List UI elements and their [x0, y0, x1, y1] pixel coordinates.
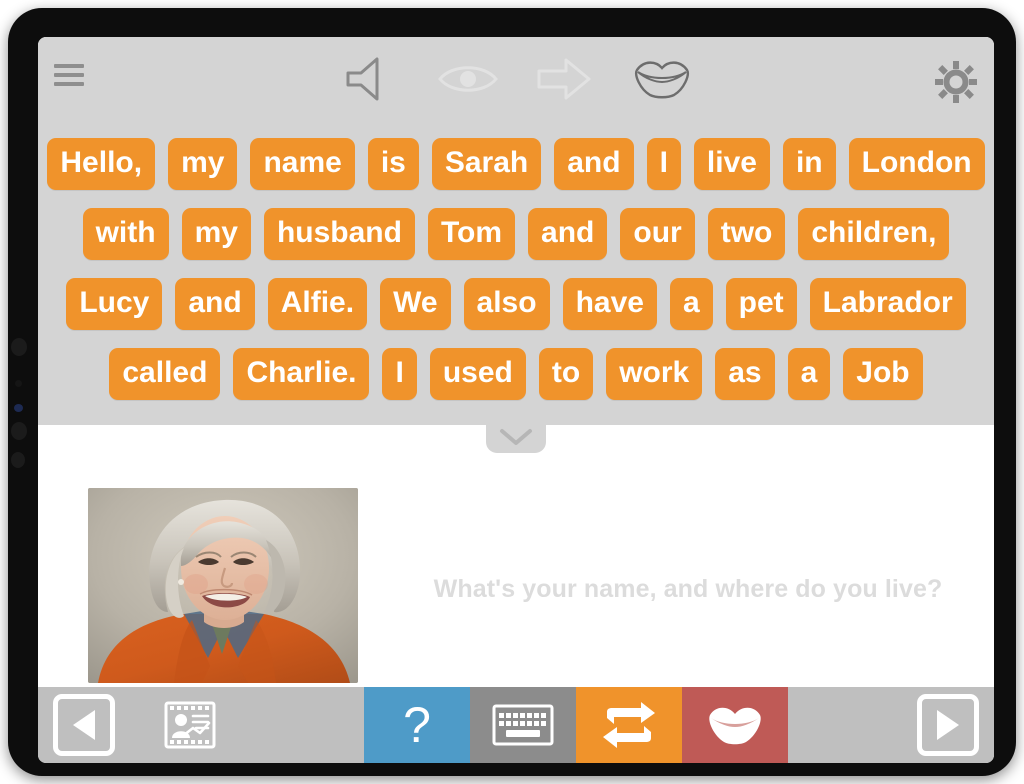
keyboard-icon — [492, 704, 554, 746]
chip-row: with my husband Tom and our two children… — [38, 199, 994, 269]
word-chip[interactable]: is — [367, 138, 419, 190]
word-chip[interactable]: live — [693, 138, 770, 190]
word-chip[interactable]: Hello, — [47, 138, 156, 190]
content-area: What's your name, and where do you live? — [38, 425, 994, 687]
triangle-right-icon — [937, 710, 959, 740]
hamburger-bar-2 — [54, 73, 84, 77]
prompt-question: What's your name, and where do you live? — [433, 575, 943, 603]
chip-row-clipped: called Charlie. I used to work as a Job — [38, 339, 994, 409]
word-chip[interactable]: and — [175, 278, 255, 330]
nav-forward-button[interactable] — [902, 687, 994, 763]
gear-icon[interactable] — [933, 59, 979, 105]
tablet-frame: Hello, my name is Sarah and I live in Lo… — [8, 8, 1016, 776]
word-chip[interactable]: work — [606, 348, 703, 400]
triangle-left-icon — [73, 710, 95, 740]
word-chip[interactable]: a — [787, 348, 831, 400]
help-glyph: ? — [403, 697, 431, 753]
speak-button[interactable] — [682, 687, 788, 763]
chip-row: Hello, my name is Sarah and I live in Lo… — [38, 129, 994, 199]
word-chip[interactable]: Charlie. — [233, 348, 370, 400]
word-chip[interactable]: also — [463, 278, 550, 330]
word-chip[interactable]: have — [562, 278, 657, 330]
toolbar-spacer-right — [788, 687, 902, 763]
keyboard-button[interactable] — [470, 687, 576, 763]
hamburger-bar-3 — [54, 82, 84, 86]
word-chip[interactable]: Sarah — [431, 138, 542, 190]
word-chip[interactable]: in — [782, 138, 836, 190]
word-chip[interactable]: Tom — [427, 208, 516, 260]
word-chip[interactable]: We — [380, 278, 451, 330]
toolbar-spacer-left — [250, 687, 364, 763]
bezel-pinhole — [15, 380, 22, 387]
word-chip[interactable]: I — [382, 348, 417, 400]
arrow-right-icon[interactable] — [532, 53, 596, 105]
top-toolbar — [38, 37, 994, 119]
hamburger-menu-icon[interactable] — [54, 64, 84, 86]
word-chip[interactable]: called — [109, 348, 221, 400]
word-chip[interactable]: pet — [725, 278, 797, 330]
chevron-down-icon — [500, 429, 532, 445]
bezel-button-middle — [11, 422, 27, 440]
portrait-photo[interactable] — [88, 488, 358, 683]
help-button[interactable]: ? — [364, 687, 470, 763]
word-chip[interactable]: husband — [263, 208, 415, 260]
eye-icon[interactable] — [436, 53, 500, 105]
word-chip[interactable]: with — [82, 208, 169, 260]
word-chip[interactable]: Job — [843, 348, 923, 400]
bezel-button-top — [11, 338, 27, 356]
nav-back-box — [53, 694, 115, 756]
word-chip[interactable]: our — [620, 208, 695, 260]
repeat-icon — [603, 702, 655, 748]
panel-collapse-handle[interactable] — [486, 425, 546, 453]
repeat-button[interactable] — [576, 687, 682, 763]
word-chip[interactable]: London — [848, 138, 985, 190]
sentence-panel: Hello, my name is Sarah and I live in Lo… — [38, 37, 994, 425]
word-chip[interactable]: Lucy — [66, 278, 163, 330]
word-chip[interactable]: and — [528, 208, 608, 260]
bezel-button-bottom — [11, 452, 25, 468]
speaker-icon[interactable] — [338, 53, 402, 105]
mouth-icon[interactable] — [630, 53, 694, 105]
mouth-icon — [709, 707, 761, 745]
word-chip[interactable]: and — [554, 138, 634, 190]
tablet-screen: Hello, my name is Sarah and I live in Lo… — [38, 37, 994, 763]
word-chip[interactable]: name — [250, 138, 355, 190]
word-chip[interactable]: Alfie. — [267, 278, 368, 330]
word-chip[interactable]: a — [669, 278, 713, 330]
word-chip[interactable]: two — [707, 208, 786, 260]
profile-card-icon — [164, 701, 216, 749]
word-chip[interactable]: I — [646, 138, 681, 190]
media-card-button[interactable] — [130, 687, 250, 763]
word-chip[interactable]: my — [168, 138, 238, 190]
word-chip[interactable]: used — [429, 348, 526, 400]
bottom-toolbar: ? — [38, 687, 994, 763]
word-chip[interactable]: as — [715, 348, 775, 400]
nav-forward-box — [917, 694, 979, 756]
sentence-word-chips: Hello, my name is Sarah and I live in Lo… — [38, 129, 994, 425]
word-chip[interactable]: my — [181, 208, 251, 260]
word-chip[interactable]: Labrador — [809, 278, 966, 330]
hamburger-bar-1 — [54, 64, 84, 68]
word-chip[interactable]: children, — [798, 208, 950, 260]
nav-back-button[interactable] — [38, 687, 130, 763]
bezel-indicator-led — [14, 404, 23, 412]
chip-row: Lucy and Alfie. We also have a pet Labra… — [38, 269, 994, 339]
word-chip[interactable]: to — [538, 348, 594, 400]
